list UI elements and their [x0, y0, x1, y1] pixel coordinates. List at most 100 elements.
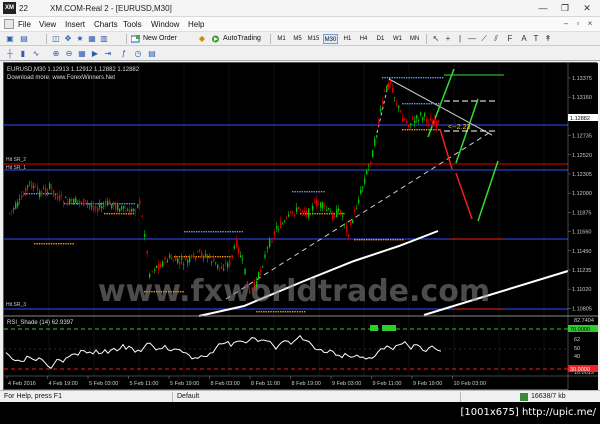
indicators-icon[interactable]: ƒ [118, 48, 130, 60]
timeframe-m15[interactable]: M15 [306, 34, 321, 44]
level-dot [60, 243, 62, 245]
candle-body [61, 194, 63, 196]
level-dot [420, 77, 422, 79]
timeframe-m30[interactable]: M30 [323, 34, 338, 44]
market-watch-icon[interactable]: ◫ [50, 33, 62, 45]
title-bar[interactable]: XM 22 XM.COM-Real 2 - [EURUSD,M30] — ❐ ✕ [0, 0, 600, 17]
bar-chart-icon[interactable]: ┼ [4, 48, 16, 60]
vertical-line-icon[interactable]: | [454, 33, 466, 45]
level-dot [361, 239, 363, 241]
candle-body [426, 118, 428, 122]
candle-body [374, 138, 376, 146]
horizontal-line-icon[interactable]: — [466, 33, 478, 45]
timeframe-d1[interactable]: D1 [373, 34, 388, 44]
zoom-in-icon[interactable]: ⊕ [50, 48, 62, 60]
menu-help[interactable]: Help [188, 20, 204, 29]
window-title: XM.COM-Real 2 - [EURUSD,M30] [50, 4, 172, 13]
level-dot [50, 193, 52, 195]
new-order-button[interactable]: New Order [131, 33, 177, 45]
level-dot [438, 103, 440, 105]
periods-icon[interactable]: ◷ [132, 48, 144, 60]
candle-body [286, 217, 288, 219]
level-dot [394, 77, 396, 79]
level-dot [239, 231, 241, 233]
menu-view[interactable]: View [39, 20, 56, 29]
price-chart[interactable]: www.fxworldtrade.com EURUSD,M30 1.12913 … [4, 63, 598, 391]
profiles-icon[interactable]: ▤ [18, 33, 30, 45]
arrows-icon[interactable]: ↟ [542, 33, 554, 45]
doc-minimize-button[interactable]: – [561, 19, 571, 28]
menu-tools[interactable]: Tools [123, 20, 142, 29]
line-chart-icon[interactable]: ∿ [30, 48, 42, 60]
candle-body [430, 118, 432, 122]
chart-doc-icon[interactable] [4, 19, 14, 29]
level-dot [198, 256, 200, 258]
candle-body [240, 255, 242, 258]
timeframe-h1[interactable]: H1 [340, 34, 355, 44]
candle-body [171, 256, 173, 260]
candle-body [137, 204, 139, 208]
candle-body [101, 206, 103, 209]
strategy-tester-icon[interactable]: ▥ [98, 33, 110, 45]
auto-scroll-icon[interactable]: ▶ [89, 48, 101, 60]
meta-editor-icon[interactable]: ◆ [196, 33, 208, 45]
level-dot [433, 129, 435, 131]
trendline-icon[interactable]: ⟋ [478, 33, 490, 45]
timeframe-w1[interactable]: W1 [390, 34, 405, 44]
menu-charts[interactable]: Charts [94, 20, 118, 29]
level-dot [217, 231, 219, 233]
timeframe-h4[interactable]: H4 [356, 34, 371, 44]
doc-close-button[interactable]: × [585, 19, 595, 28]
fibo-icon[interactable]: F [504, 33, 516, 45]
chart-window[interactable]: www.fxworldtrade.com EURUSD,M30 1.12913 … [3, 62, 598, 391]
new-chart-icon[interactable]: ▣ [4, 33, 16, 45]
level-dot [380, 239, 382, 241]
candle-body [59, 194, 61, 201]
candle-body [211, 261, 213, 263]
level-dot [260, 311, 263, 313]
level-dot [48, 243, 50, 245]
menu-insert[interactable]: Insert [65, 20, 85, 29]
time-axis[interactable]: 4 Feb 2016 4 Feb 19:00 5 Feb 03:00 5 Feb 11… [6, 376, 486, 387]
candlestick-icon[interactable]: ▮ [17, 48, 29, 60]
level-dot [232, 231, 234, 233]
templates-icon[interactable]: ▤ [146, 48, 158, 60]
label-icon[interactable]: T [530, 33, 542, 45]
channel-icon[interactable]: ⫽ [490, 33, 502, 45]
chart-shift-icon[interactable]: ⇥ [102, 48, 114, 60]
restore-button[interactable]: ❐ [554, 1, 576, 15]
data-window-icon[interactable]: ✥ [62, 33, 74, 45]
autotrading-button[interactable]: AutoTrading [211, 33, 261, 45]
text-icon[interactable]: A [518, 33, 530, 45]
candle-body [280, 221, 282, 229]
level-dot [34, 243, 36, 245]
level-dot [435, 103, 437, 105]
timeframe-m1[interactable]: M1 [274, 34, 289, 44]
candle-body [43, 188, 45, 190]
candle-body [105, 200, 107, 204]
crosshair-icon[interactable]: + [442, 33, 454, 45]
toolbar-separator [126, 34, 127, 44]
cursor-icon[interactable]: ↖ [430, 33, 442, 45]
minimize-button[interactable]: — [532, 1, 554, 15]
navigator-icon[interactable]: ★ [74, 33, 86, 45]
candle-body [119, 208, 121, 212]
candle-body [41, 191, 43, 196]
terminal-icon[interactable]: ▦ [86, 33, 98, 45]
tile-windows-icon[interactable]: ▦ [76, 48, 88, 60]
level-dot [104, 213, 106, 215]
level-dot [391, 77, 393, 79]
zoom-out-icon[interactable]: ⊖ [63, 48, 75, 60]
candle-body [53, 189, 55, 197]
menu-file[interactable]: File [18, 20, 31, 29]
timeframe-mn[interactable]: MN [407, 34, 422, 44]
doc-restore-button[interactable]: ▫ [573, 19, 583, 28]
menu-window[interactable]: Window [151, 20, 179, 29]
candle-body [19, 198, 21, 201]
level-dot [224, 256, 226, 258]
timeframe-m5[interactable]: M5 [290, 34, 305, 44]
close-button[interactable]: ✕ [576, 1, 598, 15]
status-profile[interactable]: Default [177, 393, 199, 400]
candle-body [231, 254, 233, 258]
level-dot [222, 256, 224, 258]
